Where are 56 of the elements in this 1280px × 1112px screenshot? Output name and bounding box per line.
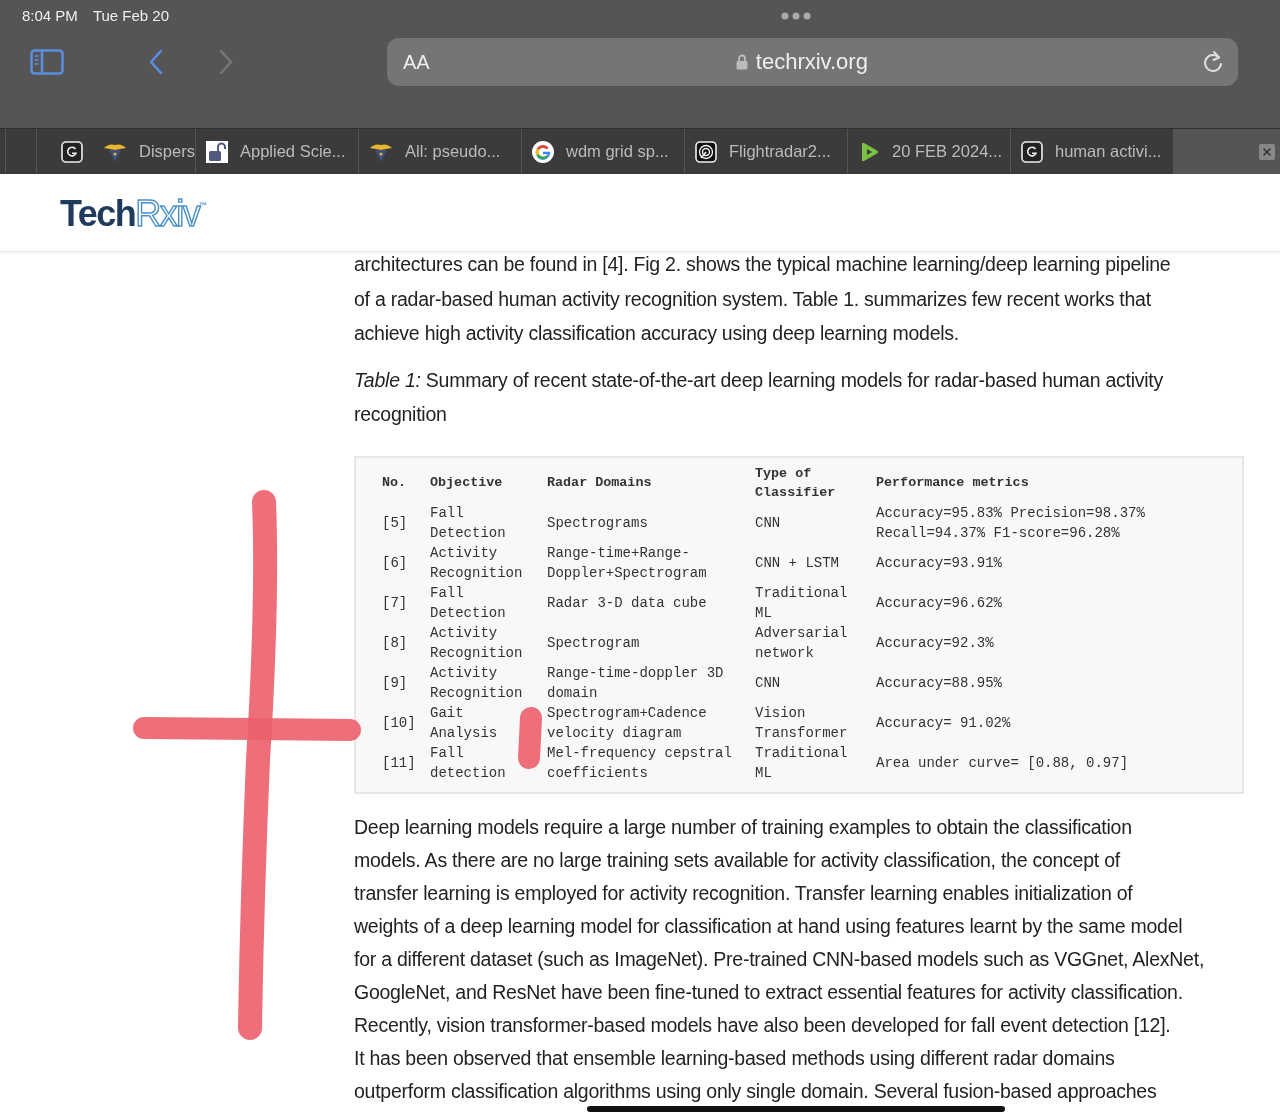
browser-tab[interactable]: wdm grid sp... [522, 129, 685, 174]
table-cell: Accuracy=96.62% [876, 594, 1003, 611]
column-header: Type of Classifier [755, 463, 876, 504]
table-cell: Accuracy=92.3% [876, 634, 994, 651]
table-cell: Fall Detection [430, 585, 506, 621]
browser-tab[interactable]: Applied Scie... [196, 129, 359, 174]
table-cell: Adversarial network [755, 625, 848, 661]
table-cell: [5] [382, 514, 408, 531]
url-text: techrxiv.org [755, 49, 868, 75]
table-cell: Accuracy=88.95% [876, 674, 1003, 691]
column-header: Radar Domains [547, 463, 755, 504]
table-cell: Spectrogram [547, 634, 640, 651]
table-cell: CNN [755, 674, 781, 691]
table-cell: Traditional ML [755, 585, 848, 621]
table-cell: [11] [382, 754, 416, 771]
browser-tab[interactable]: Flightradar2... [685, 129, 848, 174]
table-cell: Gait Analysis [430, 705, 498, 741]
table-cell: Traditional ML [755, 745, 848, 781]
table-caption: Table 1: Summary of recent state-of-the-art deep learning models for radar-based human activity recognition [354, 367, 1165, 427]
table-cell: [9] [382, 674, 408, 691]
table-cell: Activity Recognition [430, 625, 523, 661]
table-cell: [8] [382, 634, 408, 651]
table-cell: Range-time+Range-Doppler+Spectrogram [547, 545, 707, 581]
table-cell: Range-time-doppler 3D domain [547, 665, 724, 701]
text-size-button[interactable]: AA [401, 50, 432, 74]
site-logo[interactable]: TechRxiv™ [60, 192, 208, 235]
body-paragraph: architectures can be found in [4]. Fig 2. shows the typical machine learning/deep learning pipeline of a radar-based human activity recognition system. Table 1. summarizes few recent works that achieve high activity classification accuracy using deep learning models. [354, 252, 1171, 346]
table-cell: CNN + LSTM [755, 554, 839, 571]
table-cell: Activity Recognition [430, 665, 523, 701]
table-cell: Accuracy= 91.02% [876, 714, 1011, 731]
table-cell: Vision Transformer [755, 705, 848, 741]
table-cell: Spectrogram+Cadence velocity diagram [547, 705, 707, 741]
table-cell: Fall Detection [430, 505, 506, 541]
table-cell: Mel-frequency cepstral coefficients [547, 745, 732, 781]
table-cell: [10] [382, 714, 416, 731]
table-cell: [6] [382, 554, 408, 571]
table-cell: Fall detection [430, 745, 506, 781]
table-cell: Accuracy=93.91% [876, 554, 1003, 571]
table-cell: Activity Recognition [430, 545, 523, 581]
table-cell: Spectrograms [547, 514, 648, 531]
browser-tab[interactable]: 20 FEB 2024... [848, 129, 1011, 174]
browser-tab[interactable]: Dispers [83, 129, 196, 174]
browser-tab[interactable]: All: pseudo... [359, 129, 522, 174]
column-header: Performance metrics [876, 474, 1030, 493]
status-time: 8:04 PM [22, 7, 78, 26]
table-cell: [7] [382, 594, 408, 611]
browser-tab[interactable]: human activi... [1011, 129, 1174, 174]
address-bar[interactable]: AA techrxiv.org [387, 38, 1238, 86]
table-cell: CNN [755, 514, 781, 531]
table-cell: Radar 3-D data cube [547, 594, 707, 611]
body-paragraph: Deep learning models require a large number of training examples to obtain the classification models. As there are no large training sets available for activity classification, the concept of transfer learning is employed for activity recognition. Transfer learning enables initialization of weights of a deep learning model for classification at hand using features learnt by the same model for a different dataset (such as ImageNet). Pre-trained CNN-based models such as VGGnet, AlexNet, GoogleNet, and ResNet have been fine-tuned to extract essential features for activity classification. Recently, vision transformer-based models have also been developed for fall event detection [12]. It has been observed that ensemble learning-based methods using different radar domains outperform classification algorithms using only single domain. Several fusion-based approaches [354, 814, 1205, 1104]
status-date: Tue Feb 20 [92, 7, 170, 26]
column-header: No. [356, 463, 430, 504]
column-header: Objective [430, 463, 547, 504]
table-cell: Accuracy=95.83% Precision=98.37% Recall=94.37% F1-score=96.28% [876, 505, 1145, 541]
table-cell: Area under curve= [0.88, 0.97] [876, 754, 1129, 771]
